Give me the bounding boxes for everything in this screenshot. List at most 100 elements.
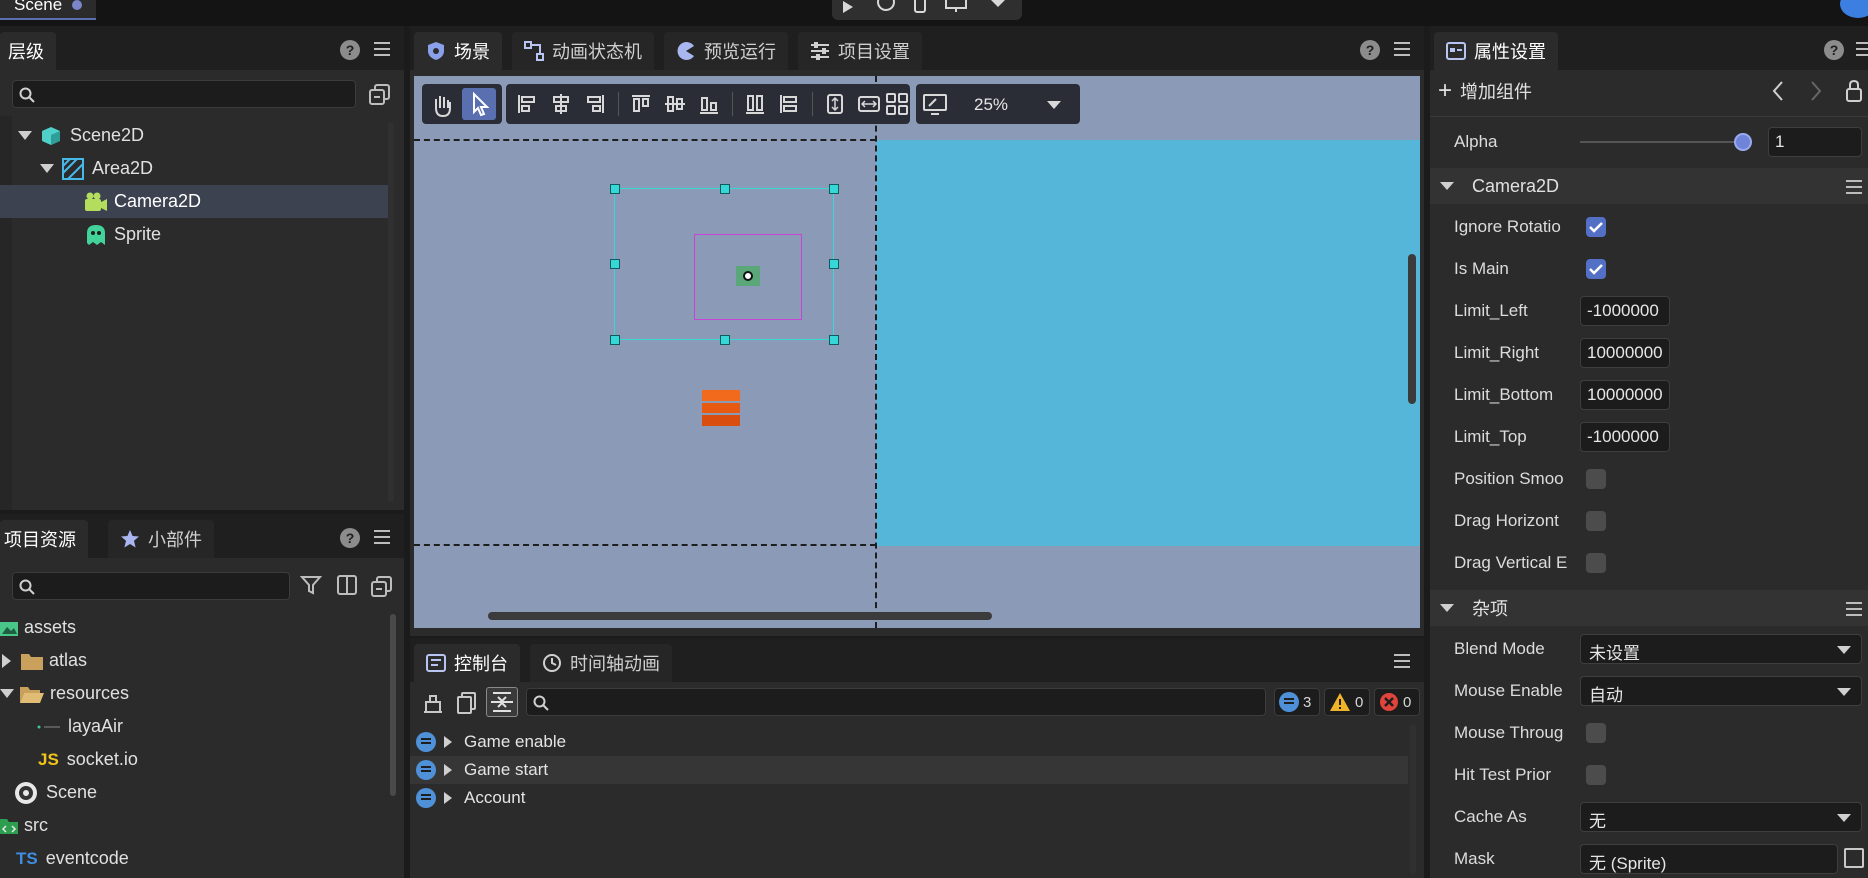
same-height-icon[interactable] [818, 88, 852, 120]
collapse-arrow-icon[interactable] [1440, 182, 1454, 190]
mouse-through-checkbox[interactable] [1586, 723, 1606, 743]
hit-test-prior-checkbox[interactable] [1586, 765, 1606, 785]
limit-left-input[interactable]: -1000000 [1580, 296, 1670, 326]
vertical-scrollbar[interactable] [1408, 254, 1416, 404]
screen-fit-icon[interactable] [918, 88, 952, 120]
sprite-object[interactable] [702, 390, 740, 426]
resize-handle[interactable] [610, 184, 620, 194]
help-icon[interactable]: ? [340, 40, 360, 60]
expand-arrow-icon[interactable] [40, 164, 54, 173]
panel-menu-icon[interactable] [1856, 42, 1868, 56]
chevron-left-icon[interactable] [1770, 80, 1786, 102]
tab-scene[interactable]: 场景 [414, 32, 502, 70]
chevron-right-icon[interactable] [1808, 80, 1824, 102]
alpha-slider-thumb[interactable] [1734, 133, 1752, 151]
filter-icon[interactable] [300, 574, 322, 596]
tab-console[interactable]: 控制台 [414, 644, 520, 682]
asset-item-resources[interactable]: resources [0, 677, 388, 710]
position-smoothing-checkbox[interactable] [1586, 469, 1606, 489]
blend-mode-select[interactable]: 未设置 [1580, 634, 1862, 664]
limit-top-input[interactable]: -1000000 [1580, 422, 1670, 452]
resize-handle[interactable] [829, 184, 839, 194]
collapse-all-icon[interactable] [368, 82, 392, 106]
expand-arrow-icon[interactable] [18, 131, 32, 140]
log-entry[interactable]: Game enable [410, 728, 1408, 756]
panel-menu-icon[interactable] [374, 530, 390, 544]
limit-bottom-input[interactable]: 10000000 [1580, 380, 1670, 410]
tab-animation-state-machine[interactable]: 动画状态机 [512, 32, 654, 70]
pivot-handle[interactable] [736, 266, 760, 286]
asset-item-socketio[interactable]: JS socket.io [0, 743, 388, 776]
distribute-horizontal-icon[interactable] [772, 88, 806, 120]
resize-handle[interactable] [610, 335, 620, 345]
assets-scrollbar[interactable] [390, 614, 396, 796]
section-menu-icon[interactable] [1846, 602, 1862, 616]
asset-item-layaair[interactable]: layaAir [0, 710, 388, 743]
help-icon[interactable]: ? [1360, 40, 1380, 60]
resize-handle[interactable] [610, 259, 620, 269]
warning-filter-badge[interactable]: 0 [1324, 688, 1370, 716]
asset-item-eventcode[interactable]: TS eventcode [0, 842, 388, 875]
panel-menu-icon[interactable] [1394, 42, 1410, 56]
hand-icon[interactable] [426, 88, 460, 120]
console-search-input[interactable] [526, 688, 1266, 716]
align-center-h-icon[interactable] [544, 88, 578, 120]
add-component-button[interactable]: + 增加组件 [1438, 76, 1532, 106]
assets-search-input[interactable] [12, 572, 290, 600]
expand-arrow-icon[interactable] [444, 736, 452, 748]
tab-project-assets[interactable]: 项目资源 [0, 520, 88, 558]
horizontal-scrollbar[interactable] [488, 612, 992, 620]
drag-vertical-checkbox[interactable] [1586, 553, 1606, 573]
align-top-icon[interactable] [624, 88, 658, 120]
mask-select[interactable]: 无 (Sprite) [1580, 844, 1838, 874]
resize-handle[interactable] [720, 184, 730, 194]
misc-section-header[interactable]: 杂项 [1430, 590, 1868, 626]
align-right-icon[interactable] [578, 88, 612, 120]
monitor-icon[interactable] [944, 0, 968, 14]
tab-properties[interactable]: 属性设置 [1434, 32, 1558, 70]
panel-menu-icon[interactable] [374, 42, 390, 56]
tab-widgets[interactable]: 小部件 [108, 520, 214, 558]
alpha-slider-track[interactable] [1580, 141, 1742, 143]
align-center-v-icon[interactable] [658, 88, 692, 120]
tab-hierarchy[interactable]: 层级 [0, 32, 56, 70]
panel-menu-icon[interactable] [1394, 654, 1410, 668]
tab-project-settings[interactable]: 项目设置 [798, 32, 922, 70]
asset-item-atlas[interactable]: atlas [0, 644, 388, 677]
expand-arrow-icon[interactable] [444, 764, 452, 776]
select-tool-button[interactable] [462, 88, 496, 120]
scene-canvas[interactable]: 25% [414, 76, 1420, 628]
split-view-icon[interactable] [336, 574, 358, 596]
align-left-icon[interactable] [510, 88, 544, 120]
lock-icon[interactable] [1844, 80, 1864, 102]
section-menu-icon[interactable] [1846, 180, 1862, 194]
copy-icon[interactable] [454, 690, 480, 716]
expand-arrow-icon[interactable] [444, 792, 452, 804]
tree-item-area2d[interactable]: Area2D [0, 152, 388, 185]
tree-item-scene2d[interactable]: Scene2D [0, 119, 388, 152]
scene-file-tab[interactable]: Scene [0, 0, 96, 20]
mouse-enable-select[interactable]: 自动 [1580, 676, 1862, 706]
collapse-toggle-button[interactable] [486, 687, 518, 717]
scene-area[interactable] [876, 140, 1420, 546]
is-main-checkbox[interactable] [1586, 259, 1606, 279]
console-scrollbar[interactable] [1410, 724, 1416, 874]
resize-handle[interactable] [720, 335, 730, 345]
collapse-all-icon[interactable] [370, 574, 394, 598]
log-entry[interactable]: Account [410, 784, 1408, 812]
camera2d-section-header[interactable]: Camera2D [1430, 168, 1868, 204]
mask-picker-button[interactable] [1844, 848, 1864, 868]
limit-right-input[interactable]: 10000000 [1580, 338, 1670, 368]
asset-item-scene[interactable]: Scene [0, 776, 388, 809]
tree-item-camera2d[interactable]: Camera2D [0, 185, 388, 218]
mobile-icon[interactable] [912, 0, 928, 14]
zoom-select[interactable]: 25% [968, 90, 1072, 118]
play-icon[interactable] [842, 0, 862, 14]
tree-item-sprite[interactable]: Sprite [0, 218, 388, 251]
tab-timeline-animation[interactable]: 时间轴动画 [530, 644, 672, 682]
ignore-rotation-checkbox[interactable] [1586, 217, 1606, 237]
resize-handle[interactable] [829, 259, 839, 269]
chevron-down-icon[interactable] [988, 0, 1008, 14]
expand-arrow-icon[interactable] [0, 689, 14, 698]
align-bottom-icon[interactable] [692, 88, 726, 120]
